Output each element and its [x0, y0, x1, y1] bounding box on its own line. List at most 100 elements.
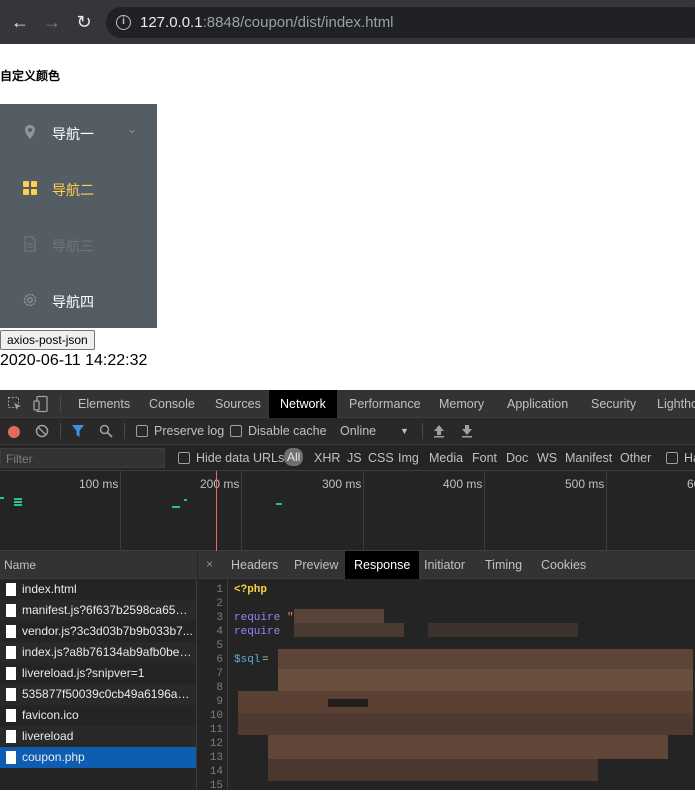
menu-item-nav-2[interactable]: 导航二 [0, 160, 157, 216]
menu-grid-icon [23, 181, 37, 195]
request-row[interactable]: 535877f50039c0cb49a6196a5... [0, 684, 196, 705]
filter-type-all[interactable]: All [284, 448, 304, 466]
request-name: manifest.js?6f637b2598ca655a... [22, 603, 194, 617]
time-tick: 300 ms [322, 477, 362, 491]
tab-headers[interactable]: Headers [222, 551, 287, 579]
axios-post-json-button[interactable]: axios-post-json [0, 330, 95, 350]
menu-item-nav-1[interactable]: 导航一 ⌄ [0, 104, 157, 160]
line-number: 10 [209, 710, 223, 722]
preserve-log-checkbox[interactable] [136, 425, 148, 437]
line-number: 2 [216, 598, 223, 610]
filter-type-manifest[interactable]: Manifest [565, 451, 612, 465]
tab-initiator[interactable]: Initiator [416, 551, 473, 579]
name-column-header: Name [4, 558, 37, 572]
menu-item-label: 导航二 [52, 182, 94, 198]
line-number: 14 [209, 766, 223, 778]
line-number: 4 [216, 626, 223, 638]
request-row[interactable]: manifest.js?6f637b2598ca655a... [0, 600, 196, 621]
menu-item-nav-4[interactable]: 导航四 [0, 272, 157, 328]
response-code-view[interactable]: 1 2 3 4 5 6 7 8 9 10 11 12 13 14 15 <?ph… [198, 579, 695, 792]
request-bar [14, 504, 22, 506]
filter-type-ws[interactable]: WS [537, 451, 557, 465]
filter-input[interactable]: Filter [0, 448, 165, 468]
tab-sources[interactable]: Sources [205, 390, 271, 418]
filter-type-doc[interactable]: Doc [506, 451, 528, 465]
search-icon[interactable] [99, 424, 113, 438]
export-har-icon[interactable] [461, 424, 473, 438]
address-bar[interactable]: i 127.0.0.1:8848/coupon/dist/index.html [106, 7, 695, 38]
menu-item-nav-3: 导航三 [0, 216, 157, 272]
request-row-selected[interactable]: coupon.php [0, 747, 196, 768]
request-row[interactable]: vendor.js?3c3d03b7b9b033b7... [0, 621, 196, 642]
code-sql-variable: $sql [234, 654, 261, 666]
time-tick: 400 ms [443, 477, 483, 491]
line-number: 7 [216, 668, 223, 680]
filter-icon[interactable] [71, 424, 85, 438]
request-list-header[interactable]: Name [0, 551, 197, 579]
file-icon [6, 751, 16, 764]
request-row[interactable]: livereload.js?snipver=1 [0, 663, 196, 684]
file-icon [6, 625, 16, 638]
request-row[interactable]: favicon.ico [0, 705, 196, 726]
tab-elements[interactable]: Elements [68, 390, 140, 418]
file-icon [6, 730, 16, 743]
back-arrow-icon[interactable]: ← [8, 10, 32, 34]
tab-performance[interactable]: Performance [339, 390, 431, 418]
document-icon [24, 236, 36, 252]
request-name: favicon.ico [22, 708, 79, 722]
redacted-block [294, 609, 384, 623]
filter-type-other[interactable]: Other [620, 451, 651, 465]
tab-application[interactable]: Application [497, 390, 578, 418]
filter-type-xhr[interactable]: XHR [314, 451, 340, 465]
redacted-block [278, 649, 693, 669]
tab-memory[interactable]: Memory [429, 390, 494, 418]
tab-console[interactable]: Console [139, 390, 205, 418]
request-row[interactable]: index.html [0, 579, 196, 600]
grid-line [363, 471, 364, 551]
setting-icon [23, 293, 37, 307]
request-name: coupon.php [22, 750, 85, 764]
throttling-select[interactable]: Online [340, 424, 376, 438]
line-number-gutter: 1 2 3 4 5 6 7 8 9 10 11 12 13 14 15 [198, 579, 228, 792]
hide-data-urls-checkbox[interactable] [178, 452, 190, 464]
forward-arrow-icon[interactable]: → [40, 10, 64, 34]
import-har-icon[interactable] [433, 424, 445, 438]
network-overview-timeline[interactable]: 100 ms 200 ms 300 ms 400 ms 500 ms 600 m… [0, 471, 695, 551]
file-icon [6, 604, 16, 617]
tab-preview[interactable]: Preview [286, 551, 346, 579]
file-icon [6, 583, 16, 596]
location-icon [25, 125, 35, 139]
tab-security[interactable]: Security [581, 390, 646, 418]
inspect-element-icon[interactable] [7, 396, 23, 412]
line-number: 11 [209, 724, 223, 736]
request-name: vendor.js?3c3d03b7b9b033b7... [22, 624, 193, 638]
record-icon[interactable] [8, 426, 20, 438]
request-row[interactable]: index.js?a8b76134ab9afb0be1... [0, 642, 196, 663]
url-text[interactable]: 127.0.0.1:8848/coupon/dist/index.html [140, 14, 394, 31]
grid-line [606, 471, 607, 551]
network-lower-area: Name index.html manifest.js?6f637b2598ca… [0, 551, 695, 792]
site-info-icon[interactable]: i [116, 15, 131, 30]
filter-type-media[interactable]: Media [429, 451, 463, 465]
reload-icon[interactable]: ↻ [72, 10, 96, 34]
clear-icon[interactable] [35, 424, 49, 438]
tab-lighthouse[interactable]: Lighthouse [647, 390, 695, 418]
filter-type-js[interactable]: JS [347, 451, 362, 465]
filter-type-css[interactable]: CSS [368, 451, 394, 465]
request-row[interactable]: livereload [0, 726, 196, 747]
divider [60, 396, 61, 412]
tab-cookies[interactable]: Cookies [533, 551, 594, 579]
disable-cache-label: Disable cache [248, 424, 327, 438]
tab-response[interactable]: Response [345, 551, 420, 579]
tab-network[interactable]: Network [269, 390, 337, 418]
disable-cache-checkbox[interactable] [230, 425, 242, 437]
request-bar [172, 506, 180, 508]
filter-type-font[interactable]: Font [472, 451, 497, 465]
filter-type-img[interactable]: Img [398, 451, 419, 465]
close-icon[interactable]: × [206, 557, 213, 571]
tab-timing[interactable]: Timing [477, 551, 530, 579]
code-php-open-tag: <?php [234, 584, 268, 596]
has-blocked-cookies-checkbox[interactable] [666, 452, 678, 464]
dropdown-arrow-icon[interactable]: ▼ [400, 426, 409, 436]
device-toolbar-icon[interactable] [33, 395, 49, 413]
